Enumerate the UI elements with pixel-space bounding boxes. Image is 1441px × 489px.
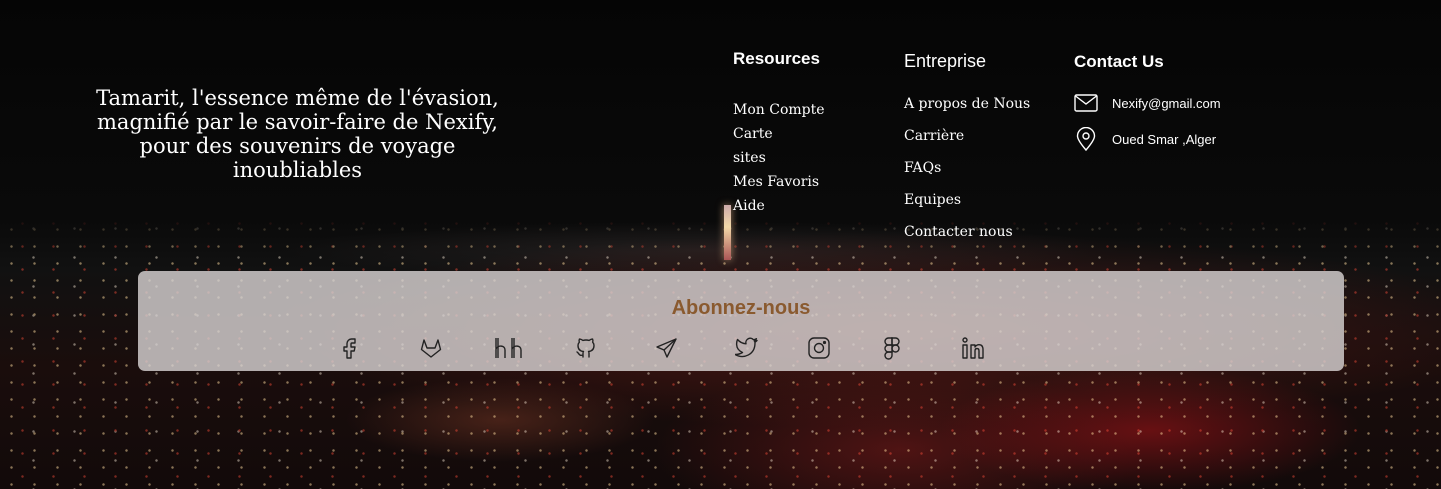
map-pin-icon xyxy=(1074,127,1098,151)
contact-address: Oued Smar ,Alger xyxy=(1112,131,1217,147)
contact-address-row: Oued Smar ,Alger xyxy=(1074,121,1294,157)
footer-tagline: Tamarit, l'essence même de l'évasion, ma… xyxy=(96,86,499,182)
telegram-icon[interactable] xyxy=(654,335,680,361)
minaret-tower xyxy=(724,205,731,260)
entreprise-list: A propos de Nous Carrière FAQs Equipes C… xyxy=(904,92,1054,252)
resources-column: Resources Mon Compte Carte sites Mes Fav… xyxy=(733,46,883,220)
gitlab-icon[interactable] xyxy=(418,335,444,361)
contact-title: Contact Us xyxy=(1074,52,1164,71)
link-aide[interactable]: Aide xyxy=(733,198,765,214)
contact-email-row[interactable]: Nexify@gmail.com xyxy=(1074,85,1294,121)
entreprise-title: Entreprise xyxy=(904,51,987,71)
linkedin-icon[interactable] xyxy=(960,335,986,361)
link-sites[interactable]: sites xyxy=(733,150,766,166)
mail-icon xyxy=(1074,91,1098,115)
resources-title: Resources xyxy=(733,49,820,68)
link-carte[interactable]: Carte xyxy=(733,126,773,142)
headhunter-icon[interactable] xyxy=(494,335,528,361)
entreprise-column: Entreprise A propos de Nous Carrière FAQ… xyxy=(904,46,1054,252)
instagram-icon[interactable] xyxy=(806,335,832,361)
link-mes-favoris[interactable]: Mes Favoris xyxy=(733,174,819,190)
link-equipes[interactable]: Equipes xyxy=(904,192,961,208)
link-carriere[interactable]: Carrière xyxy=(904,128,964,144)
link-faqs[interactable]: FAQs xyxy=(904,160,941,176)
link-a-propos[interactable]: A propos de Nous xyxy=(904,96,1030,112)
subscribe-panel: Abonnez-nous xyxy=(138,271,1344,371)
link-contacter-nous[interactable]: Contacter nous xyxy=(904,224,1013,240)
contact-column: Contact Us Nexify@gmail.com Oued Smar ,A… xyxy=(1074,46,1294,157)
twitter-icon[interactable] xyxy=(734,335,760,361)
figma-icon[interactable] xyxy=(879,335,905,361)
contact-email[interactable]: Nexify@gmail.com xyxy=(1112,96,1221,111)
github-icon[interactable] xyxy=(573,335,599,361)
subscribe-title: Abonnez-nous xyxy=(671,297,811,319)
resources-list: Mon Compte Carte sites Mes Favoris Aide xyxy=(733,100,883,220)
facebook-icon[interactable] xyxy=(337,335,363,361)
link-mon-compte[interactable]: Mon Compte xyxy=(733,102,825,118)
